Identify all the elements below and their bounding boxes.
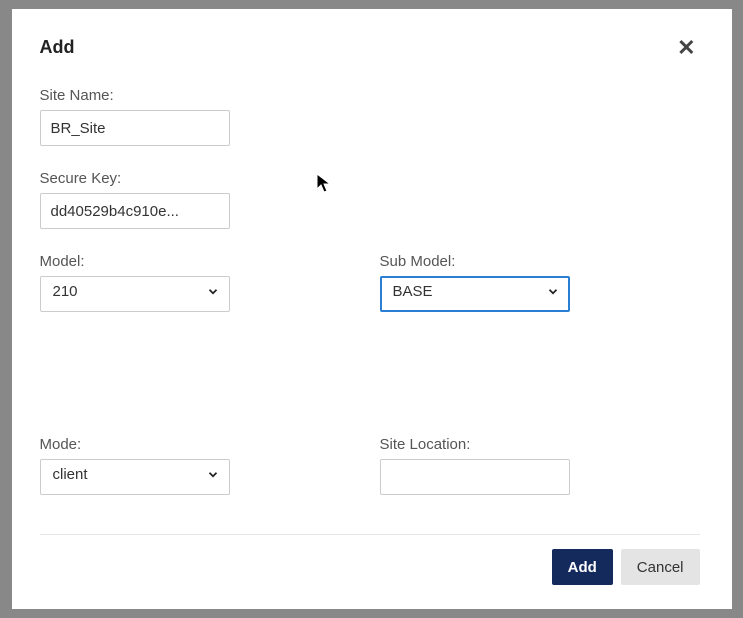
mode-select-wrap: client	[40, 459, 230, 495]
sub-model-select[interactable]: BASE	[380, 276, 570, 312]
modal-header: Add ✕	[40, 37, 700, 59]
site-name-input[interactable]	[40, 110, 230, 146]
model-select-wrap: 210	[40, 276, 230, 312]
close-button[interactable]: ✕	[673, 37, 699, 59]
sub-model-label: Sub Model:	[380, 253, 570, 270]
sub-model-select-wrap: BASE	[380, 276, 570, 312]
secure-key-label: Secure Key:	[40, 170, 230, 187]
secure-key-group: Secure Key:	[40, 170, 230, 229]
model-label: Model:	[40, 253, 230, 270]
model-select[interactable]: 210	[40, 276, 230, 312]
mode-group: Mode: client	[40, 436, 230, 495]
site-name-label: Site Name:	[40, 87, 230, 104]
close-icon: ✕	[677, 35, 695, 60]
mode-select[interactable]: client	[40, 459, 230, 495]
form-body: Site Name: Secure Key: Model: 210	[40, 87, 700, 534]
mode-label: Mode:	[40, 436, 230, 453]
spacer	[40, 336, 700, 436]
site-location-input[interactable]	[380, 459, 570, 495]
site-location-label: Site Location:	[380, 436, 570, 453]
add-button[interactable]: Add	[552, 549, 613, 585]
site-name-group: Site Name:	[40, 87, 230, 146]
modal-footer: Add Cancel	[40, 534, 700, 585]
site-location-group: Site Location:	[380, 436, 570, 495]
secure-key-input[interactable]	[40, 193, 230, 229]
cancel-button[interactable]: Cancel	[621, 549, 700, 585]
sub-model-group: Sub Model: BASE	[380, 253, 570, 312]
model-group: Model: 210	[40, 253, 230, 312]
modal-title: Add	[40, 37, 75, 58]
add-modal: Add ✕ Site Name: Secure Key: Model: 210	[12, 9, 732, 609]
